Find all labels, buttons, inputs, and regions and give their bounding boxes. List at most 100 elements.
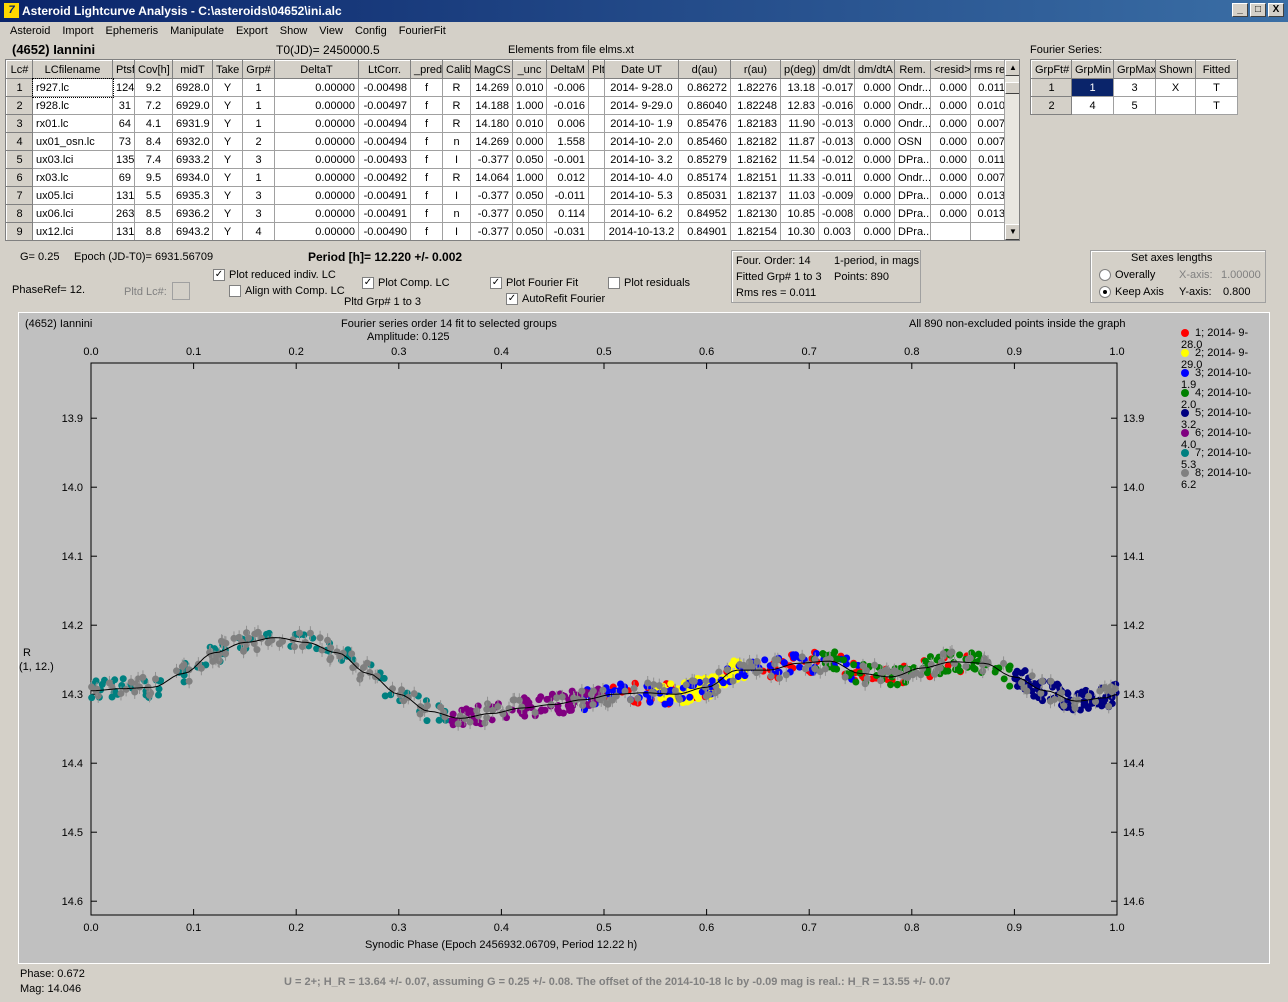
table-cell[interactable]: 0.85174 (678, 168, 731, 187)
lc-col-header[interactable]: d(au) (678, 60, 731, 79)
maximize-button[interactable]: □ (1250, 3, 1266, 17)
table-cell[interactable]: X (1155, 78, 1196, 97)
table-cell[interactable]: ux01_osn.lc (32, 132, 113, 151)
table-row[interactable]: 7 ux05.lci 131 5.5 6935.3 Y 3 0.00000 -0.00491 f I… (6, 186, 1009, 205)
row-number[interactable]: 9 (6, 222, 33, 240)
table-cell[interactable]: Y (212, 96, 243, 115)
table-cell[interactable]: 0.000 (854, 78, 895, 97)
table-cell[interactable]: 0.011 (970, 150, 1009, 169)
table-cell[interactable]: 6934.0 (172, 168, 213, 187)
table-cell[interactable]: 0.000 (854, 222, 895, 240)
table-cell[interactable]: DPra... (894, 186, 931, 205)
lc-col-header[interactable]: dm/dtA (854, 60, 895, 79)
table-cell[interactable]: 1.82162 (730, 150, 781, 169)
table-cell[interactable]: 14.180 (470, 114, 513, 133)
table-cell[interactable]: -0.00492 (358, 168, 411, 187)
table-cell[interactable]: 8.5 (134, 204, 173, 223)
table-cell[interactable]: 0.050 (512, 186, 547, 205)
table-cell[interactable]: 6932.0 (172, 132, 213, 151)
table-cell[interactable]: 6935.3 (172, 186, 213, 205)
table-cell[interactable]: 31 (112, 96, 135, 115)
table-cell[interactable]: 1.82276 (730, 78, 781, 97)
autorefit-checkbox[interactable]: ✓ AutoRefit Fourier (506, 293, 605, 306)
lc-col-header[interactable]: rms res (970, 60, 1009, 79)
table-cell[interactable]: 0.011 (970, 78, 1009, 97)
yaxis-value[interactable]: 0.800 (1223, 286, 1251, 298)
lc-col-header[interactable]: Grp# (242, 60, 275, 79)
menu-fourierfit[interactable]: FourierFit (393, 22, 452, 42)
table-cell[interactable]: n (442, 204, 471, 223)
table-cell[interactable]: 1.000 (512, 96, 547, 115)
table-cell[interactable]: rx03.lc (32, 168, 113, 187)
table-cell[interactable]: Ondr... (894, 114, 931, 133)
table-cell[interactable]: r928.lc (32, 96, 113, 115)
table-cell[interactable]: 0.007 (970, 114, 1009, 133)
align-comp-checkbox[interactable]: Align with Comp. LC (229, 285, 345, 298)
table-row[interactable]: 5 ux03.lci 135 7.4 6933.2 Y 3 0.00000 -0.00493 f I… (6, 150, 1009, 169)
table-row[interactable]: 6 rx03.lc 69 9.5 6934.0 Y 1 0.00000 -0.00492 f R 14… (6, 168, 1009, 187)
table-cell[interactable]: Y (212, 114, 243, 133)
table-cell[interactable]: 6928.0 (172, 78, 213, 97)
table-cell[interactable]: 12.83 (780, 96, 819, 115)
table-cell[interactable]: 0.000 (930, 168, 971, 187)
table-cell[interactable] (930, 222, 971, 240)
table-cell[interactable]: Y (212, 78, 243, 97)
table-cell[interactable]: -0.011 (818, 168, 855, 187)
table-cell[interactable]: R (442, 168, 471, 187)
lc-col-header[interactable]: _unc (512, 60, 547, 79)
table-row[interactable]: 8 ux06.lci 263 8.5 6936.2 Y 3 0.00000 -0.00491 f n… (6, 204, 1009, 223)
lc-col-header[interactable]: Date UT (604, 60, 679, 79)
table-cell[interactable]: Ondr... (894, 78, 931, 97)
table-cell[interactable]: 0.006 (546, 114, 589, 133)
table-cell[interactable]: 0.000 (512, 132, 547, 151)
table-cell[interactable]: 1 (242, 78, 275, 97)
scroll-up-icon[interactable]: ▲ (1005, 60, 1019, 76)
table-cell[interactable]: 0.00000 (274, 96, 359, 115)
table-cell[interactable]: 0.86040 (678, 96, 731, 115)
scroll-thumb[interactable] (1005, 82, 1019, 94)
close-button[interactable]: X (1268, 3, 1284, 17)
table-cell[interactable]: 1.82154 (730, 222, 781, 240)
table-cell[interactable]: 0.00000 (274, 78, 359, 97)
table-cell[interactable]: 0.050 (512, 204, 547, 223)
table-cell[interactable]: 1.82151 (730, 168, 781, 187)
scroll-down-icon[interactable]: ▼ (1005, 224, 1019, 240)
table-cell[interactable]: 0.012 (546, 168, 589, 187)
table-row[interactable]: 4 ux01_osn.lc 73 8.4 6932.0 Y 2 0.00000 -0.00494… (6, 132, 1009, 151)
table-cell[interactable]: 131 (112, 222, 135, 240)
table-cell[interactable] (588, 186, 605, 205)
table-cell[interactable]: 0.000 (930, 96, 971, 115)
table-cell[interactable]: 8.8 (134, 222, 173, 240)
table-cell[interactable]: 6936.2 (172, 204, 213, 223)
menu-export[interactable]: Export (230, 22, 274, 42)
table-cell[interactable]: ux06.lci (32, 204, 113, 223)
table-cell[interactable]: 2014- 9-28.0 (604, 78, 679, 97)
row-number[interactable]: 7 (6, 186, 33, 205)
table-cell[interactable]: ux03.lci (32, 150, 113, 169)
table-cell[interactable]: 0.85476 (678, 114, 731, 133)
table-cell[interactable]: I (442, 186, 471, 205)
table-cell[interactable]: DPra... (894, 150, 931, 169)
table-cell[interactable]: 3 (1113, 78, 1156, 97)
table-cell[interactable] (588, 222, 605, 240)
table-cell[interactable]: 10.30 (780, 222, 819, 240)
lc-table-scrollbar[interactable]: ▲ ▼ (1004, 60, 1019, 240)
table-row[interactable]: 3 rx01.lc 64 4.1 6931.9 Y 1 0.00000 -0.00494 f R 14… (6, 114, 1009, 133)
fourier-col-header[interactable]: GrpFt# (1031, 60, 1072, 79)
table-cell[interactable]: R (442, 96, 471, 115)
lc-col-header[interactable]: midT (172, 60, 213, 79)
table-cell[interactable]: -0.00497 (358, 96, 411, 115)
table-cell[interactable]: Y (212, 150, 243, 169)
table-cell[interactable]: f (410, 78, 443, 97)
table-cell[interactable]: 0.00000 (274, 186, 359, 205)
table-cell[interactable]: 1.82183 (730, 114, 781, 133)
table-cell[interactable]: 0.007 (970, 132, 1009, 151)
table-cell[interactable] (588, 132, 605, 151)
table-cell[interactable] (588, 114, 605, 133)
table-cell[interactable]: Y (212, 204, 243, 223)
table-cell[interactable]: Y (212, 132, 243, 151)
table-cell[interactable]: 6929.0 (172, 96, 213, 115)
fourier-col-header[interactable]: GrpMin (1071, 60, 1114, 79)
table-cell[interactable]: 3 (242, 186, 275, 205)
table-cell[interactable]: 0.010 (970, 96, 1009, 115)
